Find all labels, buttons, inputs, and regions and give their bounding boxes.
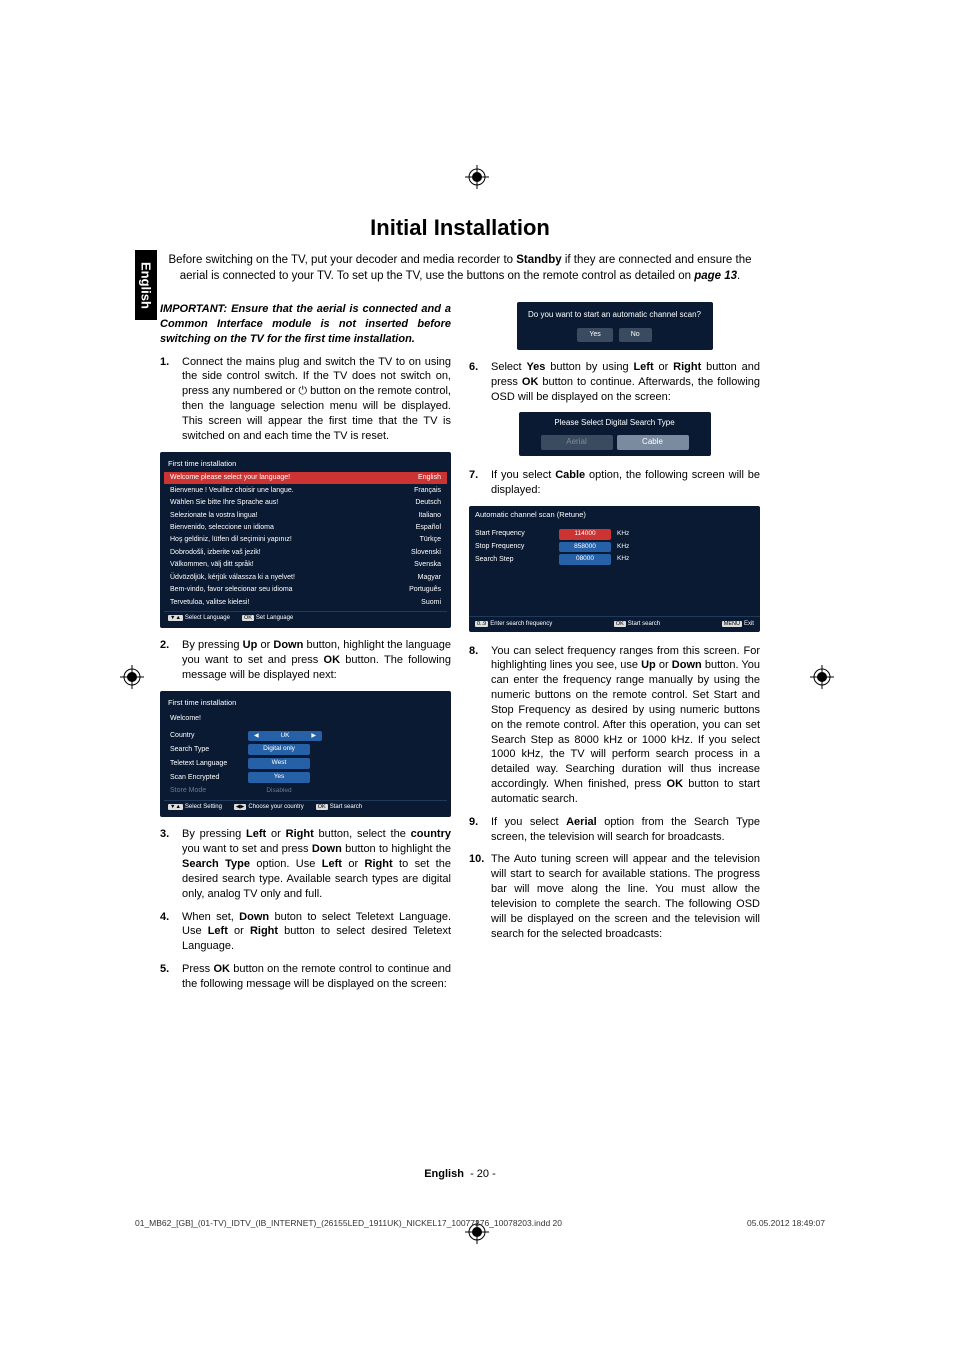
step-10: The Auto tuning screen will appear and t…: [469, 852, 760, 941]
steps-right-2: If you select Cable option, the followin…: [469, 468, 760, 498]
two-columns: IMPORTANT: Ensure that the aerial is con…: [160, 302, 760, 1000]
osd-row: Üdvözöljük, kérjük válassza ki a nyelvet…: [164, 571, 447, 583]
osd-row: Bienvenido, seleccione un idiomaEspañol: [164, 522, 447, 534]
osd-search-type: Please Select Digital Search Type Aerial…: [519, 412, 711, 456]
cable-button[interactable]: Cable: [617, 435, 689, 450]
registration-mark-icon: [810, 665, 834, 689]
osd-form-row: Country◀UK▶: [164, 729, 447, 743]
page: English Initial Installation Before swit…: [0, 0, 954, 1351]
step-1: Connect the mains plug and switch the TV…: [160, 355, 451, 444]
osd-title: First time installation: [164, 695, 447, 711]
keycap-icon: ▼▲: [168, 615, 183, 621]
osd-freq-row: Search Step08000KHz: [475, 553, 754, 566]
osd-title: First time installation: [164, 456, 447, 472]
text: Before switching on the TV, put your dec…: [168, 254, 516, 266]
osd-welcome-form: First time installation Welcome! Country…: [160, 691, 451, 818]
osd-form-row: Search TypeDigital only: [164, 743, 447, 757]
steps-left-2: By pressing Up or Down button, highlight…: [160, 638, 451, 683]
steps-left-3: By pressing Left or Right button, select…: [160, 827, 451, 991]
osd-row: Välkommen, välj ditt språk!Svenska: [164, 559, 447, 571]
osd-row: Hoş geldiniz, lütfen dil seçimini yapını…: [164, 534, 447, 546]
important-note: IMPORTANT: Ensure that the aerial is con…: [160, 302, 451, 347]
osd-question: Please Select Digital Search Type: [525, 418, 705, 429]
page-title: Initial Installation: [160, 215, 760, 241]
osd-row: Dobrodošli, izberite vaš jezik!Slovenski: [164, 546, 447, 558]
osd-title: Automatic channel scan (Retune): [469, 506, 760, 524]
osd-freq-row: Stop Frequency858000KHz: [475, 541, 754, 554]
text: .: [737, 270, 740, 282]
osd-row: Bienvenue ! Veuillez choisir une langue.…: [164, 484, 447, 496]
osd-text: English: [418, 473, 441, 482]
osd-language-list: First time installation Welcome please s…: [160, 452, 451, 628]
step-2: By pressing Up or Down button, highlight…: [160, 638, 451, 683]
yes-button[interactable]: Yes: [577, 328, 612, 341]
osd-hint: Set Language: [256, 615, 293, 621]
left-column: IMPORTANT: Ensure that the aerial is con…: [160, 302, 451, 1000]
step-9: If you select Aerial option from the Sea…: [469, 815, 760, 845]
osd-form-row: Scan EncryptedYes: [164, 770, 447, 784]
steps-right-3: You can select frequency ranges from thi…: [469, 644, 760, 942]
osd-auto-scan-dialog: Do you want to start an automatic channe…: [517, 302, 713, 350]
step-8: You can select frequency ranges from thi…: [469, 644, 760, 807]
osd-row: Bem-vindo, favor selecionar seu idiomaPo…: [164, 584, 447, 596]
registration-mark-icon: [120, 665, 144, 689]
osd-hint: Select Language: [185, 615, 230, 621]
step-4: When set, Down buton to select Teletext …: [160, 910, 451, 955]
right-column: Do you want to start an automatic channe…: [469, 302, 760, 1000]
page-ref: page 13: [694, 270, 737, 282]
osd-freq-row: Start Frequency114000KHz: [475, 528, 754, 541]
step-7: If you select Cable option, the followin…: [469, 468, 760, 498]
steps-right: Select Yes button by using Left or Right…: [469, 360, 760, 405]
osd-row: Tervetuloa, valitse kielesi!Suomi: [164, 596, 447, 608]
no-button[interactable]: No: [619, 328, 652, 341]
indd-timestamp: 05.05.2012 18:49:07: [747, 1218, 825, 1228]
intro-paragraph: Before switching on the TV, put your dec…: [160, 253, 760, 284]
osd-retune: Automatic channel scan (Retune) Start Fr…: [469, 506, 760, 632]
content: Initial Installation Before switching on…: [160, 215, 760, 1000]
indd-filename: 01_MB62_[GB]_(01-TV)_IDTV_(IB_INTERNET)_…: [135, 1218, 562, 1228]
step-6: Select Yes button by using Left or Right…: [469, 360, 760, 405]
language-tab: English: [135, 250, 157, 320]
footer-page-number: - 20 -: [470, 1168, 496, 1180]
registration-mark-icon: [465, 165, 489, 189]
osd-footer: 0..9Enter search frequencyOKStart search…: [469, 616, 760, 631]
text-bold: Standby: [516, 254, 561, 266]
aerial-button[interactable]: Aerial: [541, 435, 613, 450]
osd-footer: ▼▲Select Language OKSet Language: [164, 611, 447, 624]
osd-welcome-label: Welcome!: [164, 711, 447, 729]
osd-row: Selezionate la vostra lingua!Italiano: [164, 509, 447, 521]
page-footer: English - 20 -: [160, 1168, 760, 1180]
steps-left: Connect the mains plug and switch the TV…: [160, 355, 451, 444]
osd-row-selected: Welcome please select your language! Eng…: [164, 472, 447, 484]
footer-language: English: [424, 1168, 464, 1180]
osd-footer: ▼▲Select Setting◀▶Choose your countryOKS…: [164, 800, 447, 813]
osd-text: Welcome please select your language!: [170, 473, 290, 482]
keycap-icon: OK: [242, 615, 254, 621]
osd-question: Do you want to start an automatic channe…: [525, 310, 705, 320]
step-3: By pressing Left or Right button, select…: [160, 827, 451, 901]
osd-form-row: Teletext LanguageWest: [164, 757, 447, 771]
osd-form-row: Store ModeDisabled: [164, 784, 447, 798]
step-5: Press OK button on the remote control to…: [160, 962, 451, 992]
indd-slug: 01_MB62_[GB]_(01-TV)_IDTV_(IB_INTERNET)_…: [135, 1218, 825, 1228]
osd-row: Wählen Sie bitte Ihre Sprache aus!Deutsc…: [164, 497, 447, 509]
